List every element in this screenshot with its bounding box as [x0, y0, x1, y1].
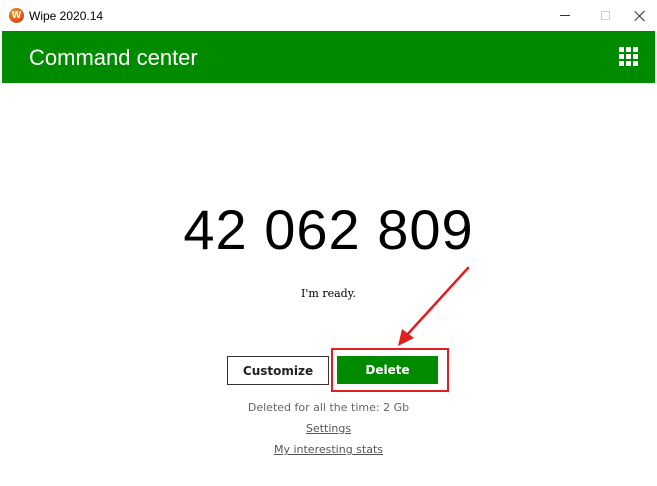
items-counter: 42 062 809	[183, 198, 474, 261]
minimize-icon	[560, 15, 570, 16]
grid-menu-icon[interactable]	[619, 47, 639, 67]
settings-link[interactable]: Settings	[306, 422, 351, 435]
maximize-button[interactable]	[585, 0, 625, 31]
close-icon	[634, 10, 646, 22]
maximize-icon	[600, 11, 610, 20]
settings-link-row: Settings	[0, 422, 657, 435]
window-title: Wipe 2020.14	[29, 9, 104, 23]
status-text: I'm ready.	[301, 287, 356, 300]
close-button[interactable]	[620, 0, 657, 31]
delete-button[interactable]: Delete	[337, 356, 438, 384]
app-window: W Wipe 2020.14 Command center 42 062 809…	[0, 0, 657, 486]
customize-button[interactable]: Customize	[227, 356, 329, 385]
stats-link[interactable]: My interesting stats	[274, 443, 383, 456]
stats-link-row: My interesting stats	[0, 443, 657, 456]
app-logo-icon: W	[9, 8, 24, 23]
minimize-button[interactable]	[545, 0, 585, 31]
header-bar: Command center	[2, 31, 655, 83]
title-bar: W Wipe 2020.14	[0, 0, 657, 31]
page-title: Command center	[29, 45, 198, 70]
deleted-total-text: Deleted for all the time: 2 Gb	[247, 401, 410, 414]
